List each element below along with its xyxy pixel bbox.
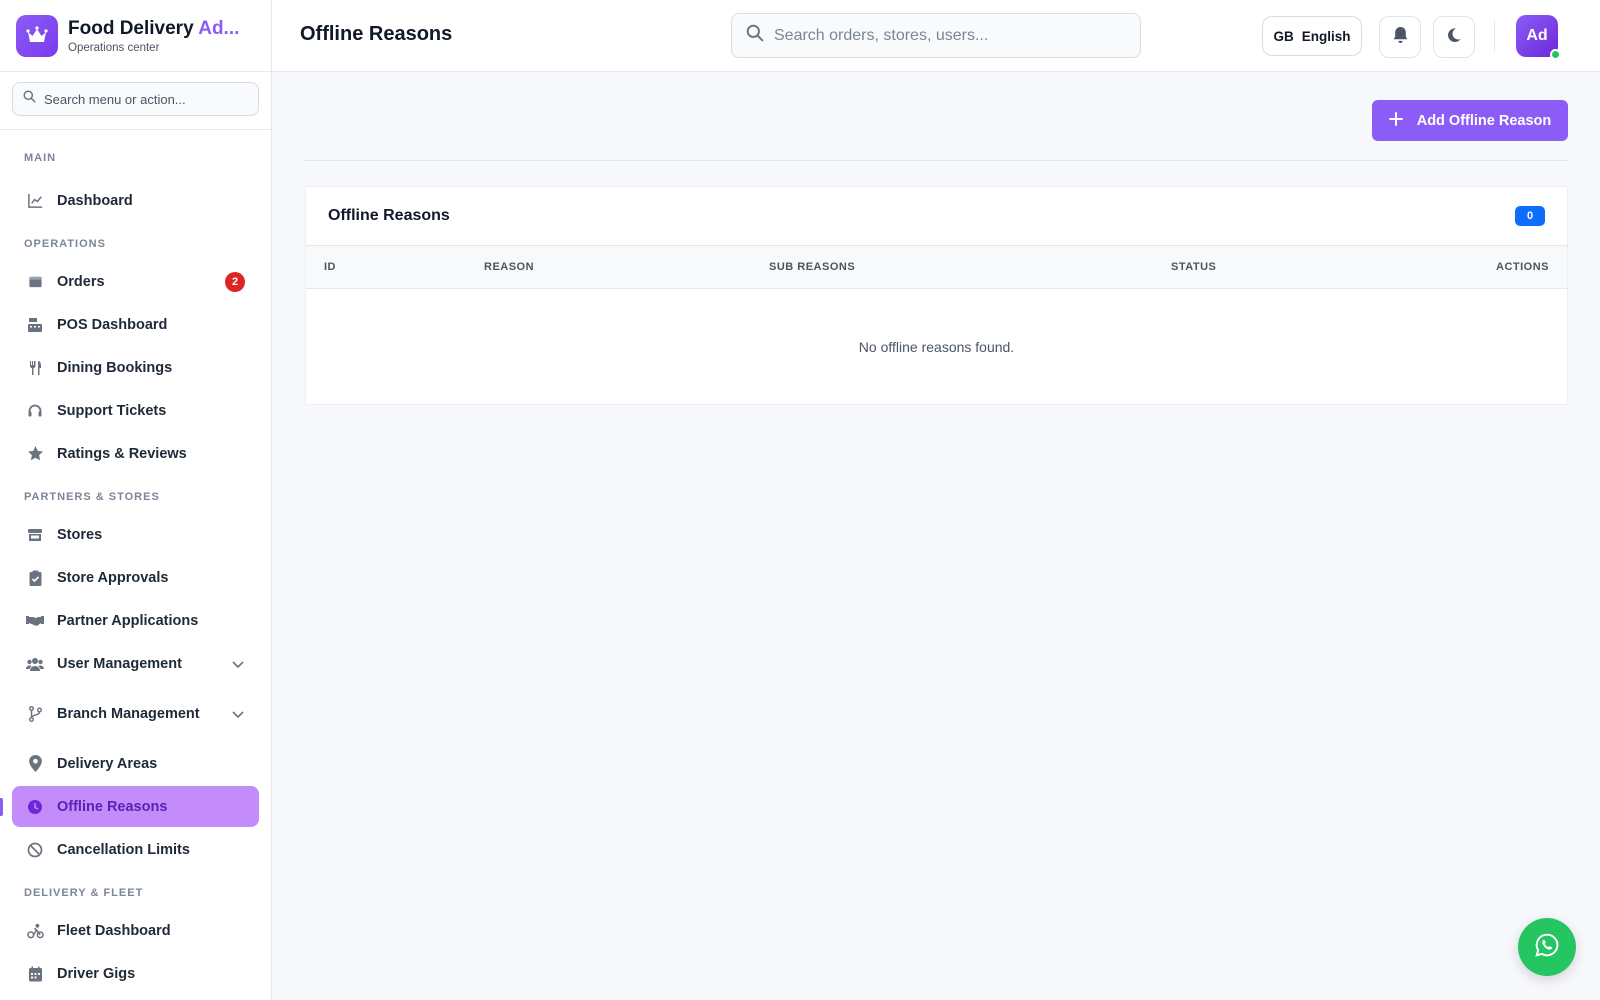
column-header-reason[interactable]: REASON [484,261,534,273]
cash-register-icon [26,316,44,334]
offline-reasons-card: Offline Reasons 0 ID REASON SUB REASONS … [305,186,1568,405]
card-title: Offline Reasons [328,207,450,224]
language-selector[interactable]: GB English [1262,16,1362,56]
sidebar-search-input[interactable] [44,91,244,107]
online-status-dot [1550,49,1561,60]
sidebar-item-pos-dashboard[interactable]: POS Dashboard [12,304,259,345]
sidebar-item-dashboard[interactable]: Dashboard [12,180,259,221]
notifications-button[interactable] [1379,16,1421,58]
sidebar-item-label: Delivery Areas [57,755,158,772]
sidebar-item-delivery-areas[interactable]: Delivery Areas [12,743,259,784]
users-icon [26,655,44,673]
section-label-delivery-fleet: DELIVERY & FLEET [24,887,144,899]
chevron-down-icon[interactable] [231,707,245,721]
sidebar-item-label: Dining Bookings [57,359,173,376]
sidebar-item-label: Ratings & Reviews [57,445,187,462]
section-label-partners-stores: PARTNERS & STORES [24,491,160,503]
column-header-actions: ACTIONS [1496,261,1549,273]
sidebar-item-fleet-dashboard[interactable]: Fleet Dashboard [12,910,259,951]
section-label-main: MAIN [24,152,57,164]
table-header: ID REASON SUB REASONS STATUS ACTIONS [306,246,1567,289]
sidebar-item-store-approvals[interactable]: Store Approvals [12,557,259,598]
topbar: Offline Reasons GB English Ad [272,0,1600,72]
calendar-icon [26,965,44,983]
brand: Food Delivery Ad... Operations center [0,0,271,72]
chart-line-icon [26,192,44,210]
star-icon [26,445,44,463]
sidebar: Food Delivery Ad... Operations center MA… [0,0,272,1000]
sidebar-item-label: Store Approvals [57,569,169,586]
sidebar-item-label: Dashboard [57,192,133,209]
sidebar-item-label: Partner Applications [57,612,199,629]
rider-icon [26,922,44,940]
sidebar-item-label: Driver Gigs [57,965,136,982]
moon-icon [1446,27,1462,48]
sidebar-item-driver-gigs[interactable]: Driver Gigs [12,953,259,994]
ban-icon [26,841,44,859]
search-icon [23,90,36,108]
column-header-id[interactable]: ID [324,261,336,273]
divider [303,160,1568,161]
store-icon [26,526,44,544]
clipboard-check-icon [26,569,44,587]
sidebar-item-dining-bookings[interactable]: Dining Bookings [12,347,259,388]
whatsapp-chat-button[interactable] [1518,918,1576,976]
avatar[interactable]: Ad [1516,15,1561,60]
sidebar-item-support-tickets[interactable]: Support Tickets [12,390,259,431]
sidebar-item-ratings-reviews[interactable]: Ratings & Reviews [12,433,259,474]
global-search-box[interactable] [731,13,1141,58]
search-icon [746,24,764,47]
sidebar-item-label: User Management [57,655,182,672]
flag-label: GB [1273,28,1294,44]
utensils-icon [26,359,44,377]
clock-icon [26,798,44,816]
sidebar-item-orders[interactable]: Orders 2 [12,261,259,302]
add-offline-reason-button[interactable]: Add Offline Reason [1372,100,1568,141]
map-pin-icon [26,755,44,773]
orders-count-badge: 2 [225,271,245,292]
page-title: Offline Reasons [300,23,453,45]
column-header-status[interactable]: STATUS [1171,261,1216,273]
sidebar-item-label: POS Dashboard [57,316,168,333]
handshake-icon [26,612,44,630]
section-label-operations: OPERATIONS [24,238,106,250]
avatar-initials: Ad [1526,27,1548,44]
sidebar-item-partner-applications[interactable]: Partner Applications [12,600,259,641]
box-icon [26,273,44,291]
chevron-down-icon[interactable] [231,657,245,671]
brand-title: Food Delivery Ad... [68,17,240,39]
bell-icon [1392,26,1409,49]
sidebar-search-box[interactable] [12,82,259,116]
sidebar-item-branch-management[interactable]: Branch Management [12,693,259,734]
add-button-label: Add Offline Reason [1416,112,1552,129]
language-label: English [1301,28,1351,44]
sidebar-item-cancellation-limits[interactable]: Cancellation Limits [12,829,259,870]
sidebar-item-stores[interactable]: Stores [12,514,259,555]
theme-toggle-button[interactable] [1433,16,1475,58]
column-header-sub-reasons[interactable]: SUB REASONS [769,261,855,273]
global-search-input[interactable] [774,26,1114,45]
brand-subtitle: Operations center [68,41,160,54]
main-content: Add Offline Reason Offline Reasons 0 ID … [272,72,1600,1000]
sidebar-nav: MAIN Dashboard OPERATIONS Orders 2 POS D… [0,130,271,994]
sidebar-item-label: Offline Reasons [57,798,168,815]
sidebar-item-label: Fleet Dashboard [57,922,171,939]
count-badge: 0 [1515,206,1545,226]
branch-icon [26,705,44,723]
sidebar-item-label: Stores [57,526,103,543]
sidebar-item-label: Support Tickets [57,402,167,419]
crown-icon [16,14,58,57]
whatsapp-icon [1534,932,1560,963]
sidebar-item-label: Branch Management [57,705,200,722]
topbar-divider [1494,20,1495,52]
empty-state-message: No offline reasons found. [858,339,1015,355]
headset-icon [26,402,44,420]
plus-icon [1388,111,1403,130]
sidebar-item-label: Cancellation Limits [57,841,190,858]
sidebar-item-label: Orders [57,273,105,290]
sidebar-item-user-management[interactable]: User Management [12,643,259,684]
active-indicator [0,798,3,816]
sidebar-item-offline-reasons[interactable]: Offline Reasons [0,786,259,827]
